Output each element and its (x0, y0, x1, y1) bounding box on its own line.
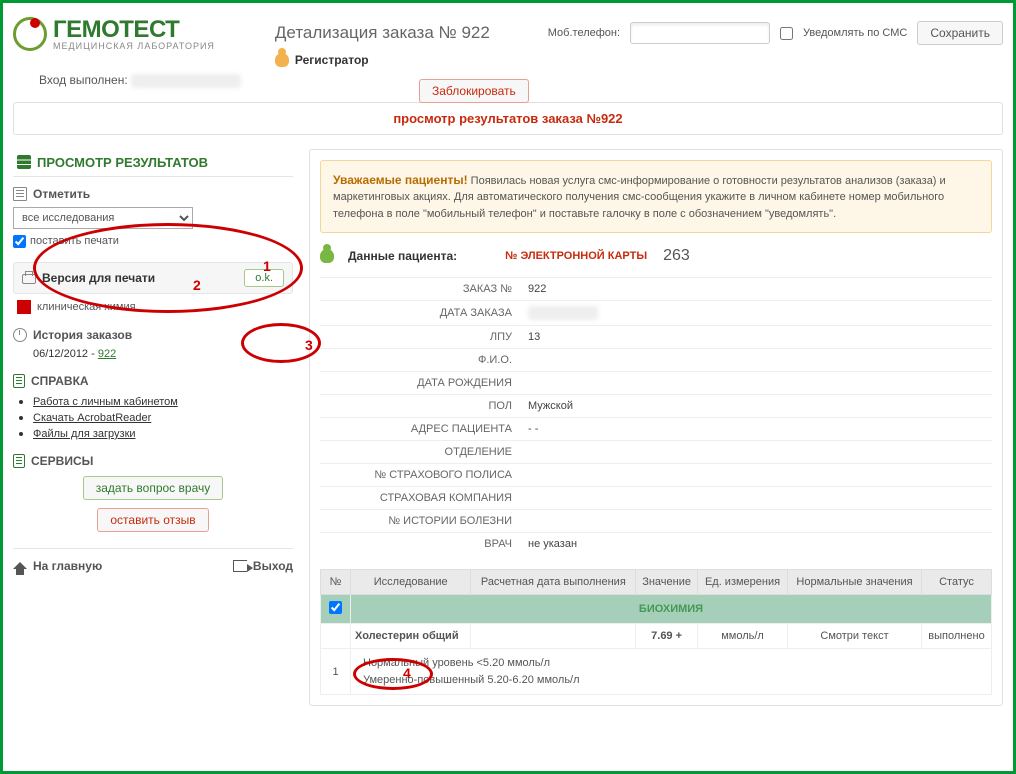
row-index: 1 (321, 649, 351, 695)
notify-label: Уведомлять по СМС (803, 27, 907, 39)
login-label: Вход выполнен: (39, 73, 128, 87)
stamp-checkbox[interactable] (13, 235, 26, 248)
brand-name: ГЕМОТЕСТ (53, 18, 215, 42)
history-title: История заказов (33, 328, 132, 342)
result-row: Холестерин общий 7.69 + ммоль/л Смотри т… (321, 624, 992, 649)
chem-link[interactable]: клиническая химия (37, 301, 136, 313)
mark-title: Отметить (33, 187, 90, 201)
sidebar-header: ПРОСМОТР РЕЗУЛЬТАТОВ (13, 149, 293, 177)
login-value-blurred (131, 74, 241, 88)
mark-select[interactable]: все исследования (13, 207, 193, 229)
help-title: СПРАВКА (31, 374, 89, 388)
ask-doctor-button[interactable]: задать вопрос врачу (83, 476, 223, 500)
ok-button[interactable]: o.k. (244, 269, 284, 287)
phone-label: Моб.телефон: (548, 27, 620, 39)
category-name: БИОХИМИЯ (351, 595, 992, 624)
stamp-label: поставить печати (30, 235, 119, 247)
card-label: № ЭЛЕКТРОННОЙ КАРТЫ (505, 250, 647, 262)
person-icon (275, 53, 289, 67)
patient-icon (320, 249, 334, 263)
print-icon (22, 274, 36, 284)
result-bar-title: просмотр результатов заказа №922 (13, 102, 1003, 135)
card-value: 263 (663, 247, 690, 265)
print-title: Версия для печати (42, 271, 155, 285)
notify-checkbox[interactable] (780, 27, 793, 40)
role-label: Регистратор (295, 53, 369, 67)
history-date: 06/12/2012 (33, 348, 88, 360)
services-title: СЕРВИСЫ (31, 454, 93, 468)
clock-icon (13, 328, 27, 342)
save-button[interactable]: Сохранить (917, 21, 1003, 45)
patient-label: Данные пациента: (348, 249, 457, 263)
page-title: Детализация заказа № 922 (275, 23, 538, 43)
pdf-icon (17, 300, 31, 314)
stack-icon (17, 155, 31, 169)
test-value: 7.69 + (636, 624, 698, 649)
norm-description: Нормальный уровень <5.20 ммоль/л Умеренн… (351, 649, 992, 695)
test-norm: Смотри текст (788, 624, 922, 649)
history-order-link[interactable]: 922 (98, 348, 116, 360)
results-table: № Исследование Расчетная дата выполнения… (320, 569, 992, 695)
home-icon (13, 562, 27, 569)
leave-review-button[interactable]: оставить отзыв (97, 508, 208, 532)
test-status: выполнено (922, 624, 992, 649)
notice-box: Уважаемые пациенты! Появилась новая услу… (320, 160, 992, 234)
logo: ГЕМОТЕСТ МЕДИЦИНСКАЯ ЛАБОРАТОРИЯ (13, 17, 215, 51)
help-link-files[interactable]: Файлы для загрузки (33, 428, 136, 440)
test-unit: ммоль/л (698, 624, 788, 649)
doc-icon (13, 187, 27, 201)
notice-head: Уважаемые пациенты! (333, 173, 468, 187)
note-icon (13, 374, 25, 388)
phone-input[interactable] (630, 22, 770, 44)
help-link-acrobat[interactable]: Скачать AcrobatReader (33, 412, 151, 424)
help-link-cabinet[interactable]: Работа с личным кабинетом (33, 396, 178, 408)
sidebar-title: ПРОСМОТР РЕЗУЛЬТАТОВ (37, 155, 208, 170)
exit-icon (233, 560, 247, 572)
note-icon (13, 454, 25, 468)
home-link[interactable]: На главную (13, 559, 102, 573)
logo-icon (13, 17, 47, 51)
brand-sub: МЕДИЦИНСКАЯ ЛАБОРАТОРИЯ (53, 42, 215, 51)
test-name: Холестерин общий (351, 624, 471, 649)
patient-info-table: ЗАКАЗ №922 ДАТА ЗАКАЗА ЛПУ13 Ф.И.О. ДАТА… (320, 277, 992, 555)
block-button[interactable]: Заблокировать (419, 79, 529, 103)
exit-link[interactable]: Выход (233, 559, 293, 573)
category-checkbox[interactable] (329, 601, 342, 614)
